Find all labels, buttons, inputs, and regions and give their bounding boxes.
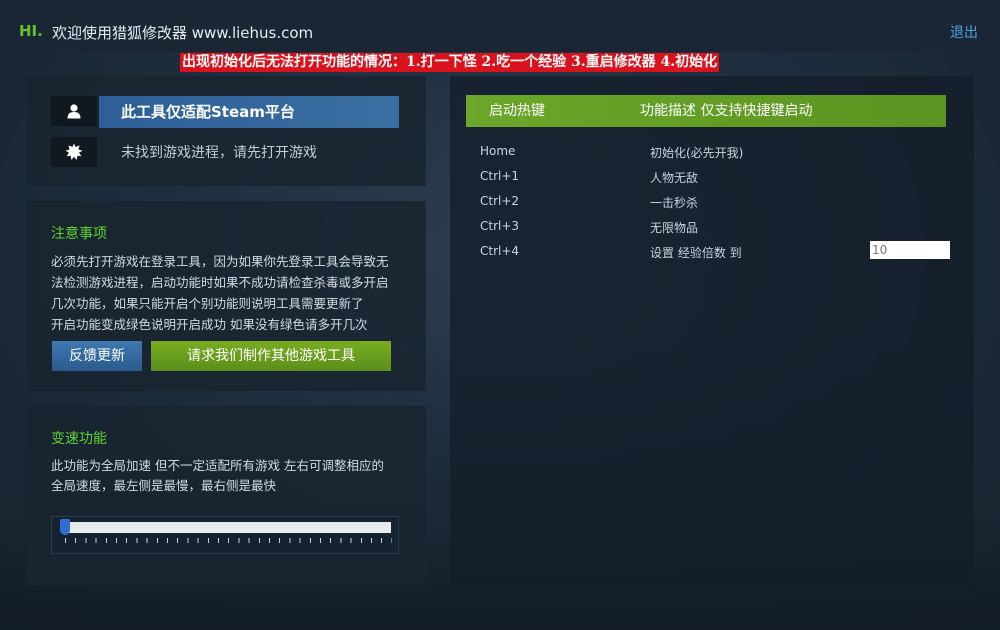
feedback-button[interactable]: 反馈更新 bbox=[52, 341, 142, 371]
slider-track[interactable] bbox=[66, 522, 391, 533]
hotkey-row[interactable]: Ctrl+4 设置 经验倍数 到 bbox=[480, 241, 950, 264]
hotkey-key: Ctrl+4 bbox=[480, 244, 520, 258]
status-panel: 此工具仅适配Steam平台 未找到游戏进程，请先打开游戏 bbox=[26, 76, 426, 186]
logout-link[interactable]: 退出 bbox=[950, 22, 978, 42]
notes-panel: 注意事项 必须先打开游戏在登录工具，因为如果你先登录工具会导致无 法检测游戏进程… bbox=[26, 201, 426, 391]
hotkey-desc: 初始化(必先开我) bbox=[650, 146, 744, 160]
speed-title: 变速功能 bbox=[51, 431, 107, 447]
gear-icon bbox=[65, 143, 83, 160]
speed-line: 此功能为全局加速 但不一定适配所有游戏 左右可调整相应的 bbox=[51, 458, 384, 473]
warning-banner: 出现初始化后无法打开功能的情况：1.打一下怪 2.吃一个经验 3.重启修改器 4… bbox=[180, 53, 720, 72]
speed-slider[interactable] bbox=[51, 516, 399, 554]
platform-label: 此工具仅适配Steam平台 bbox=[99, 96, 399, 128]
hotkey-row[interactable]: Ctrl+1 人物无敌 bbox=[480, 169, 920, 189]
hotkey-key: Ctrl+3 bbox=[480, 219, 520, 233]
hotkey-header-desc: 功能描述 仅支持快捷键启动 bbox=[640, 103, 813, 119]
title-bar: HI. 欢迎使用猎狐修改器 www.liehus.com 退出 bbox=[0, 0, 1000, 52]
hotkey-panel: 启动热键 功能描述 仅支持快捷键启动 Home 初始化(必先开我) Ctrl+1… bbox=[450, 76, 974, 590]
hotkey-row[interactable]: Home 初始化(必先开我) bbox=[480, 144, 920, 164]
user-icon bbox=[67, 104, 81, 119]
speed-panel: 变速功能 此功能为全局加速 但不一定适配所有游戏 左右可调整相应的 全局速度，最… bbox=[26, 406, 426, 586]
greeting: HI. bbox=[19, 22, 43, 40]
user-icon-box bbox=[51, 96, 97, 126]
notes-line: 法检测游戏进程，启动功能时如果不成功请检查杀毒或多开启 bbox=[51, 275, 389, 290]
hotkey-header-key: 启动热键 bbox=[489, 103, 545, 119]
slider-thumb[interactable] bbox=[60, 519, 70, 535]
hotkey-header: 启动热键 功能描述 仅支持快捷键启动 bbox=[466, 95, 946, 127]
exp-multiplier-input[interactable] bbox=[870, 241, 950, 259]
welcome-text: 欢迎使用猎狐修改器 www.liehus.com bbox=[52, 24, 314, 42]
slider-ticks bbox=[65, 538, 392, 543]
hotkey-key: Ctrl+1 bbox=[480, 169, 520, 183]
request-tool-button[interactable]: 请求我们制作其他游戏工具 bbox=[151, 341, 391, 371]
gear-icon-box bbox=[51, 137, 97, 167]
hotkey-desc: 人物无敌 bbox=[650, 171, 699, 185]
hotkey-row[interactable]: Ctrl+3 无限物品 bbox=[480, 219, 920, 239]
hotkey-key: Home bbox=[480, 144, 516, 158]
notes-text: 必须先打开游戏在登录工具，因为如果你先登录工具会导致无 法检测游戏进程，启动功能… bbox=[51, 251, 411, 335]
notes-line: 几次功能，如果只能开启个别功能则说明工具需要更新了 bbox=[51, 296, 364, 311]
speed-line: 全局速度，最左侧是最慢，最右侧是最快 bbox=[51, 478, 277, 493]
hotkey-desc: 无限物品 bbox=[650, 221, 699, 235]
hotkey-desc: 设置 经验倍数 到 bbox=[650, 246, 742, 260]
notes-title: 注意事项 bbox=[51, 226, 107, 242]
hotkey-key: Ctrl+2 bbox=[480, 194, 520, 208]
hotkey-row[interactable]: Ctrl+2 一击秒杀 bbox=[480, 194, 920, 214]
speed-text: 此功能为全局加速 但不一定适配所有游戏 左右可调整相应的 全局速度，最左侧是最慢… bbox=[51, 456, 411, 496]
notes-line: 必须先打开游戏在登录工具，因为如果你先登录工具会导致无 bbox=[51, 254, 389, 269]
hotkey-desc: 一击秒杀 bbox=[650, 196, 699, 210]
notes-line: 开启功能变成绿色说明开启成功 如果没有绿色请多开几次 bbox=[51, 317, 368, 332]
process-status: 未找到游戏进程，请先打开游戏 bbox=[121, 145, 317, 161]
